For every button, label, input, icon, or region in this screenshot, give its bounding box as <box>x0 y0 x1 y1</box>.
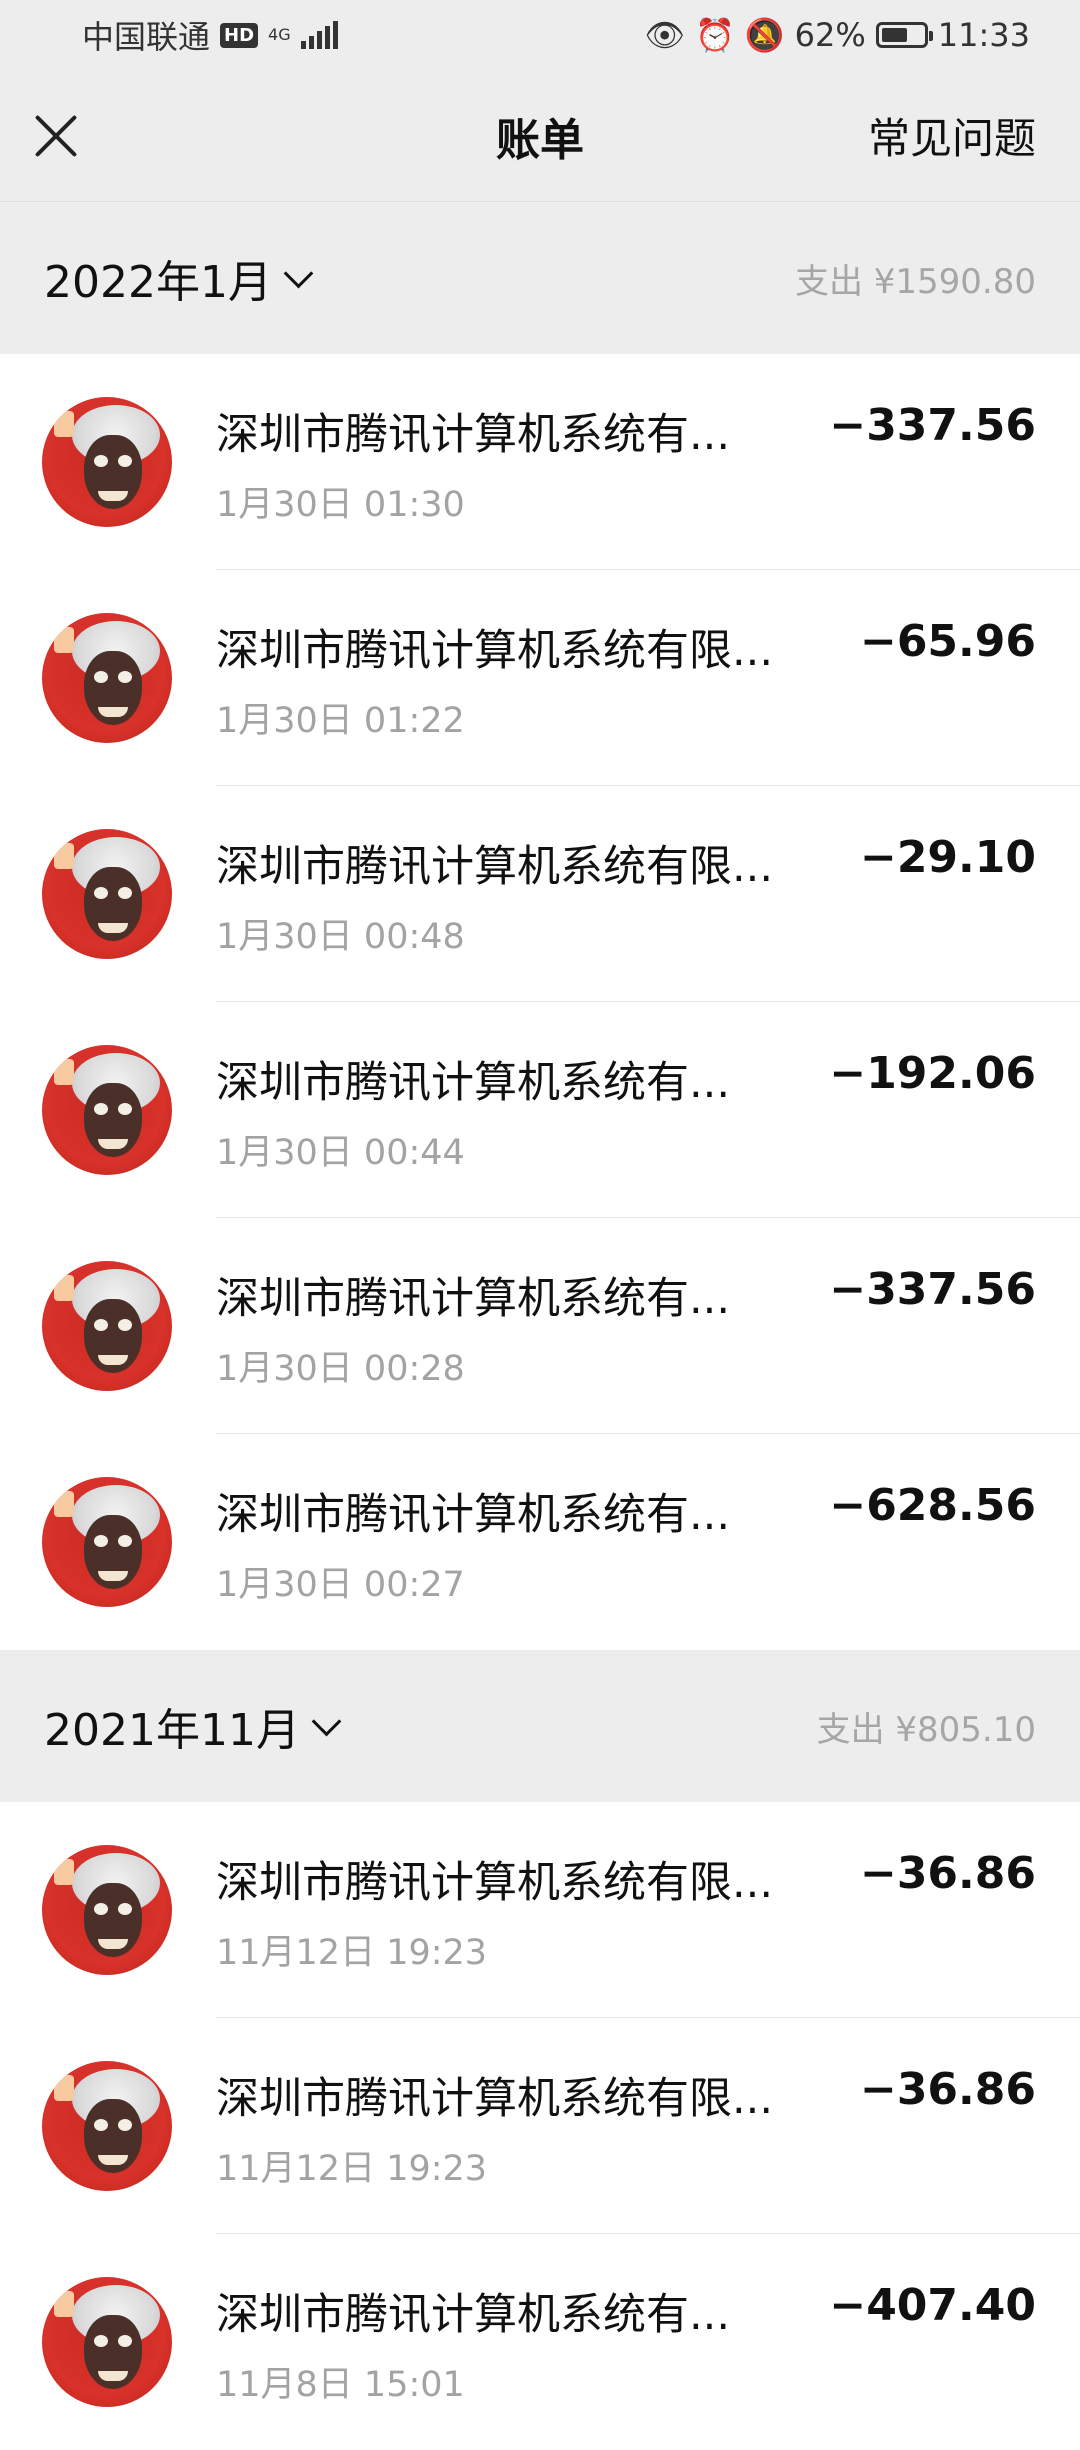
transaction-time: 1月30日 01:30 <box>216 485 465 525</box>
transaction-row[interactable]: 深圳市腾讯计算机系统有限... 11月12日 19:23 −36.86 <box>0 1802 1080 2018</box>
eye-icon: 👁 <box>644 16 685 54</box>
transaction-time: 1月30日 00:28 <box>216 1349 465 1389</box>
hd-badge: HD <box>220 22 259 48</box>
month-header: 2022年1月 支出 ¥1590.80 <box>0 202 1080 354</box>
carrier-label: 中国联通 <box>82 18 211 56</box>
transaction-time: 11月12日 19:23 <box>216 1933 488 1973</box>
network-type-label: 4G <box>268 25 291 44</box>
transaction-amount: −65.96 <box>859 616 1036 667</box>
month-label: 2021年11月 <box>44 1705 300 1756</box>
month-expense-summary: 支出 ¥805.10 <box>816 1709 1036 1750</box>
chevron-down-icon <box>311 1706 342 1736</box>
transaction-row[interactable]: 深圳市腾讯计算机系统有... 1月30日 00:28 −337.56 <box>0 1218 1080 1434</box>
transaction-list: 深圳市腾讯计算机系统有限... 11月12日 19:23 −36.86 深圳市腾… <box>0 1802 1080 2450</box>
merchant-name: 深圳市腾讯计算机系统有... <box>216 1274 731 1324</box>
transaction-amount: −29.10 <box>859 832 1036 883</box>
transaction-amount: −337.56 <box>829 400 1036 451</box>
month-selector[interactable]: 2022年1月 <box>44 246 314 310</box>
faq-link[interactable]: 常见问题 <box>868 105 1036 166</box>
merchant-avatar <box>42 2061 172 2191</box>
chevron-down-icon <box>283 258 314 288</box>
transaction-row[interactable]: 深圳市腾讯计算机系统有... 11月8日 15:01 −407.40 <box>0 2234 1080 2450</box>
status-bar-right: 👁 ⏰ 🔕 62% 11:33 <box>644 16 1030 54</box>
battery-icon <box>875 22 933 48</box>
transaction-amount: −192.06 <box>829 1048 1036 1099</box>
merchant-avatar <box>42 1845 172 1975</box>
merchant-name: 深圳市腾讯计算机系统有... <box>216 1490 731 1540</box>
network-type-icon: 4G <box>268 27 291 43</box>
transaction-amount: −407.40 <box>829 2280 1036 2331</box>
merchant-avatar <box>42 2277 172 2407</box>
transaction-time: 11月12日 19:23 <box>216 2149 488 2189</box>
transaction-row[interactable]: 深圳市腾讯计算机系统有限... 1月30日 01:22 −65.96 <box>0 570 1080 786</box>
merchant-avatar <box>42 829 172 959</box>
battery-fill <box>881 28 907 42</box>
close-icon[interactable] <box>34 114 78 158</box>
status-bar: 中国联通 HD 4G 👁 ⏰ 🔕 62% 11:33 <box>0 0 1080 70</box>
merchant-name: 深圳市腾讯计算机系统有限... <box>216 1858 774 1908</box>
status-bar-left: 中国联通 HD 4G <box>82 12 338 58</box>
month-header: 2021年11月 支出 ¥805.10 <box>0 1650 1080 1802</box>
bill-list: 2022年1月 支出 ¥1590.80 深圳市腾讯计算机系统有... 1月30日… <box>0 202 1080 2450</box>
transaction-amount: −337.56 <box>829 1264 1036 1315</box>
merchant-avatar <box>42 397 172 527</box>
month-selector[interactable]: 2021年11月 <box>44 1694 342 1758</box>
month-label: 2022年1月 <box>44 257 272 308</box>
month-expense-summary: 支出 ¥1590.80 <box>794 261 1036 302</box>
merchant-avatar <box>42 1261 172 1391</box>
clock-time: 11:33 <box>937 16 1030 54</box>
transaction-time: 1月30日 01:22 <box>216 701 465 741</box>
alarm-icon: ⏰ <box>694 16 735 54</box>
nav-header: 账单 常见问题 <box>0 70 1080 202</box>
transaction-time: 1月30日 00:48 <box>216 917 465 957</box>
battery-percent: 62% <box>794 16 866 54</box>
signal-icon <box>300 21 338 49</box>
transaction-row[interactable]: 深圳市腾讯计算机系统有限... 1月30日 00:48 −29.10 <box>0 786 1080 1002</box>
transaction-row[interactable]: 深圳市腾讯计算机系统有... 1月30日 00:44 −192.06 <box>0 1002 1080 1218</box>
transaction-time: 1月30日 00:27 <box>216 1565 465 1605</box>
transaction-list: 深圳市腾讯计算机系统有... 1月30日 01:30 −337.56 深圳市腾讯… <box>0 354 1080 1650</box>
merchant-name: 深圳市腾讯计算机系统有限... <box>216 2074 774 2124</box>
merchant-name: 深圳市腾讯计算机系统有... <box>216 410 731 460</box>
bell-off-icon: 🔕 <box>744 16 785 54</box>
merchant-name: 深圳市腾讯计算机系统有... <box>216 2290 731 2340</box>
transaction-amount: −628.56 <box>829 1480 1036 1531</box>
transaction-row[interactable]: 深圳市腾讯计算机系统有限... 11月12日 19:23 −36.86 <box>0 2018 1080 2234</box>
page-title: 账单 <box>496 114 584 166</box>
transaction-row[interactable]: 深圳市腾讯计算机系统有... 1月30日 01:30 −337.56 <box>0 354 1080 570</box>
merchant-name: 深圳市腾讯计算机系统有... <box>216 1058 731 1108</box>
merchant-avatar <box>42 1477 172 1607</box>
merchant-name: 深圳市腾讯计算机系统有限... <box>216 626 774 676</box>
transaction-amount: −36.86 <box>859 2064 1036 2115</box>
transaction-row[interactable]: 深圳市腾讯计算机系统有... 1月30日 00:27 −628.56 <box>0 1434 1080 1650</box>
transaction-amount: −36.86 <box>859 1848 1036 1899</box>
merchant-name: 深圳市腾讯计算机系统有限... <box>216 842 774 892</box>
merchant-avatar <box>42 613 172 743</box>
transaction-time: 11月8日 15:01 <box>216 2365 465 2405</box>
transaction-time: 1月30日 00:44 <box>216 1133 465 1173</box>
merchant-avatar <box>42 1045 172 1175</box>
